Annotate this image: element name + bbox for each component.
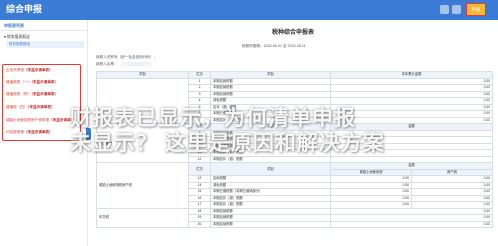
amount-input[interactable]: 0.00 xyxy=(330,220,493,228)
group-cell: 印花税 xyxy=(96,207,189,228)
sidebar-item-stamp-tax[interactable]: 印花税申报（未显示清单表） xyxy=(6,130,53,135)
sidebar-group-label: 财务报表报送 xyxy=(6,35,30,39)
top-bar: 综合申报 申报 xyxy=(0,0,498,20)
sidebar-item-land-property-tax[interactable]: 城镇土地使用税房产税申报（未显示清单表） xyxy=(6,118,78,123)
sidebar: 申报表列表 ▾ 财务报表报送 财务报表报送 企业所得税（未显示清单表） 增值税税… xyxy=(0,20,88,246)
sidebar-item-vat-attached[interactable]: 增值税税（附）（未显示清单表） xyxy=(6,92,58,97)
sidebar-item-corporate-income-tax[interactable]: 企业所得税（未显示清单表） xyxy=(6,68,53,73)
sidebar-item-financial-report[interactable]: 财务报表报送 xyxy=(6,41,84,48)
tax-period: 税款所属期：2020-06-01 至 2020-06-11 xyxy=(242,44,306,48)
app-title: 综合申报 xyxy=(6,4,43,14)
sidebar-collapse-handle[interactable] xyxy=(86,128,91,140)
sidebar-item-vat-4[interactable]: 增值税（四）（未显示清单表） xyxy=(6,105,55,110)
taxpayer-id: 纳税人识别号（统一社会信用代码）： xyxy=(96,55,158,59)
help-icon[interactable] xyxy=(440,5,449,14)
group-cell: 第二部分 xyxy=(96,123,189,163)
sidebar-divider xyxy=(0,30,88,31)
user-icon[interactable] xyxy=(452,5,461,14)
group-cell xyxy=(96,77,189,124)
declaration-table: 项目 栏次 项目 本年累计金额 1 本期应纳税额 0.00 2 本期应纳税额 0.00 … xyxy=(96,71,493,228)
report-panel: 税种综合申报表 税款所属期：2020-06-01 至 2020-06-11 纳税… xyxy=(92,22,494,246)
taxpayer-name: 纳税人名称： xyxy=(96,62,151,67)
report-title: 税种综合申报表 xyxy=(271,30,314,36)
declare-button[interactable]: 申报 xyxy=(466,3,486,16)
sidebar-group[interactable]: ▾ 财务报表报送 xyxy=(4,34,30,40)
group-cell: 城镇土地使用税房产税 xyxy=(96,162,189,209)
sidebar-title: 申报表列表 xyxy=(4,23,24,28)
taxpayer-name-value xyxy=(120,62,151,67)
sidebar-item-vat-1[interactable]: 增值税税（一）（未显示清单表） xyxy=(6,80,58,85)
